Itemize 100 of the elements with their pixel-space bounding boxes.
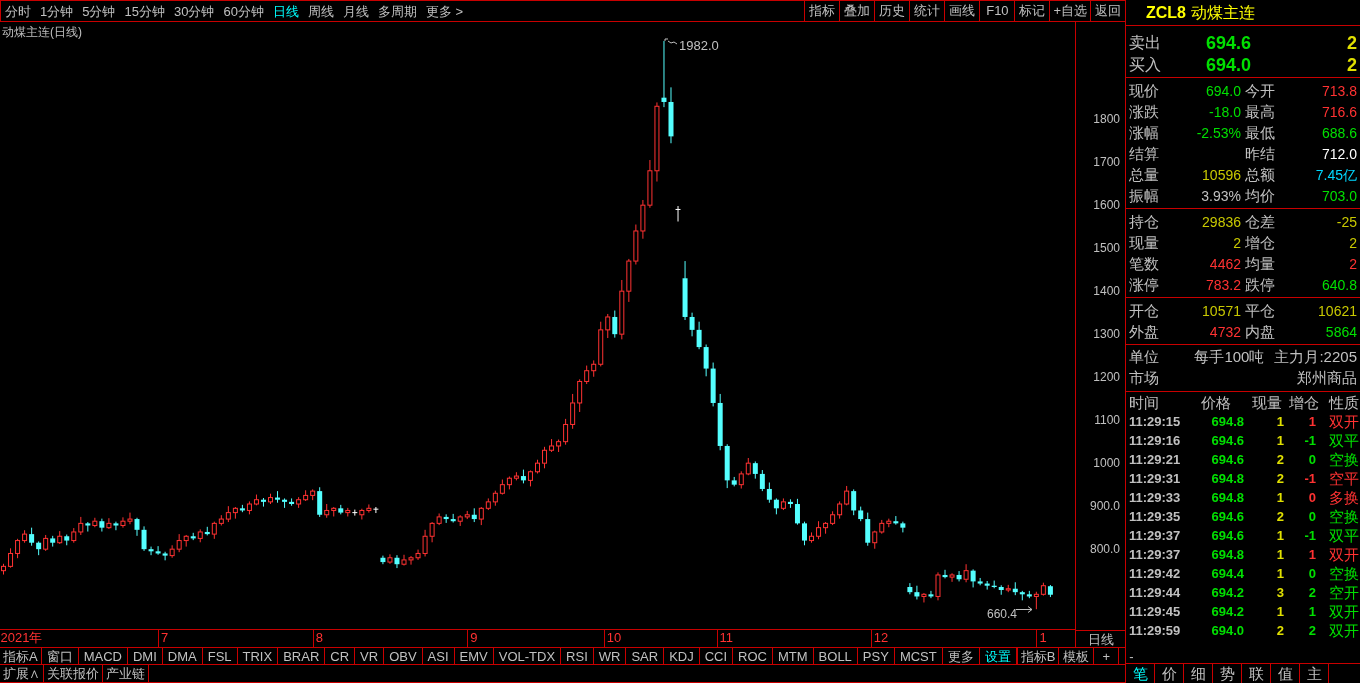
candle [535,459,540,474]
settings-tab[interactable]: 设置 [979,648,1017,664]
panel-tab[interactable]: 主 [1300,664,1329,683]
indicator-tab[interactable]: MCST [894,648,943,664]
toolbar-button[interactable]: F10 [979,1,1015,21]
table-cell-text: 694.8 [1210,413,1245,431]
field-value: 3.93% [1201,186,1241,206]
toolbar-button[interactable]: + [1093,648,1119,664]
indicator-tab[interactable]: 窗口 [41,648,79,664]
period-tab[interactable]: 60分钟 [223,4,264,18]
indicator-tab[interactable]: 更多 [942,648,980,664]
panel-tab[interactable]: 势 [1213,664,1242,683]
period-tab[interactable]: 1分钟 [40,4,74,18]
table-cell-text: 1 [1275,413,1285,431]
table-cell-text: 11:29:35 [1129,508,1182,526]
toolbar-button[interactable]: 指标B [1016,648,1059,664]
indicator-tab[interactable]: VR [355,648,385,664]
indicator-tab[interactable]: KDJ [664,648,700,664]
field-label: 最高 [1245,102,1275,122]
indicator-tab[interactable]: BRAR [278,648,326,664]
panel-tab[interactable]: 价 [1155,664,1184,683]
axis-label: 900.0 [1089,499,1120,513]
period-tab[interactable]: 15分钟 [124,4,165,18]
table-cell-text: 1 [1275,432,1285,450]
toolbar-button[interactable]: 统计 [909,1,945,21]
period-tab[interactable]: 多周期 [377,4,417,18]
period-tab[interactable]: 周线 [307,4,334,18]
period-tab[interactable]: 更多 > [425,4,464,18]
toolbar-button[interactable]: 叠加 [839,1,875,21]
toolbar-button[interactable]: 返回 [1090,1,1125,21]
indicator-tab[interactable]: VOL-TDX [493,648,562,664]
indicator-tab[interactable]: CCI [699,648,734,664]
indicator-tab[interactable]: TRIX [237,648,279,664]
indicator-tab[interactable]: CR [325,648,356,664]
indicator-tab[interactable]: BOLL [813,648,858,664]
indicator-tab[interactable]: ASI [422,648,455,664]
period-tab[interactable]: 30分钟 [173,4,215,18]
indicator-tab[interactable]: RSI [561,648,594,664]
field-label: 涨停 [1129,275,1159,295]
period-tab[interactable]: 分时 [5,4,31,18]
indicator-tab[interactable]: EMV [454,648,494,664]
field-label: 总额 [1245,165,1275,185]
toolbar-button[interactable]: 标记 [1014,1,1050,21]
table-cell-text: -1 [1303,527,1317,545]
instrument-name: 动煤主连 [1191,2,1255,23]
table-cell-text: 2 [1307,584,1317,602]
panel-tab[interactable]: 联 [1242,664,1271,683]
indicator-tab[interactable]: SAR [626,648,665,664]
toolbar-button[interactable]: 模板 [1058,648,1094,664]
bottom-tab[interactable]: 产业链 [103,665,149,682]
table-cell-text: 0 [1307,489,1317,507]
table-cell-text: 1 [1275,527,1285,545]
indicator-tab[interactable]: FSL [202,648,238,664]
table-cell-text: 694.2 [1210,584,1245,602]
period-tab[interactable]: 月线 [342,4,369,18]
indicator-tab[interactable]: ROC [733,648,773,664]
price-value: 694.0 [1204,53,1251,77]
indicator-tab[interactable]: WR [593,648,627,664]
candle [268,493,273,505]
field-label: 现量 [1129,233,1159,253]
axis-label: 1400 [1093,284,1120,298]
toolbar-button[interactable]: - [1118,648,1144,664]
field-label: 涨幅 [1129,123,1159,143]
panel-tab[interactable]: 细 [1184,664,1213,683]
indicator-tab[interactable]: OBV [384,648,423,664]
table-cell-text: 双开 [1328,604,1360,620]
table-cell-text: 694.8 [1210,489,1245,507]
field-value: 713.8 [1321,81,1357,101]
period-tab[interactable]: 5分钟 [82,4,116,18]
indicator-tab[interactable]: MACD [78,648,128,664]
toolbar-button[interactable]: 历史 [874,1,910,21]
indicator-menu[interactable]: 指标A [0,648,42,664]
toolbar-button[interactable]: 指标 [804,1,840,21]
table-cell-text: 11:29:37 [1129,546,1182,564]
indicator-tab[interactable]: DMI [127,648,163,664]
symbol-code: ZCL8 [1146,2,1186,23]
toolbar-button[interactable]: 画线 [944,1,980,21]
table-cell-text: 多换 [1328,490,1360,506]
field-label: 外盘 [1129,322,1159,342]
period-tab[interactable]: 日线 [272,4,299,18]
volume-value: 2 [1346,53,1358,77]
panel-tab[interactable]: 值 [1271,664,1300,683]
field-value: 2 [1233,233,1241,253]
field-label: 仓差 [1245,212,1275,232]
indicator-tab[interactable]: DMA [162,648,203,664]
indicator-tab[interactable]: MTM [773,648,814,664]
period-label: 日线 [1087,632,1114,646]
bottom-tab[interactable]: 关联报价 [44,665,103,682]
field-label: 均量 [1245,254,1275,274]
table-cell-text: 11:29:31 [1129,470,1182,488]
panel-tab[interactable]: 笔 [1126,664,1155,683]
toolbar-button[interactable]: +自选 [1049,1,1090,21]
leader-line [664,38,678,45]
field-label: 单位 [1129,347,1159,368]
field-value: 10621 [1318,301,1357,321]
table-cell-text: 11:29:33 [1129,489,1182,507]
bottom-tab[interactable]: 扩展∧ [0,665,44,682]
axis-label: 1200 [1093,370,1120,384]
table-cell-text: 694.2 [1210,603,1245,621]
indicator-tab[interactable]: PSY [857,648,895,664]
